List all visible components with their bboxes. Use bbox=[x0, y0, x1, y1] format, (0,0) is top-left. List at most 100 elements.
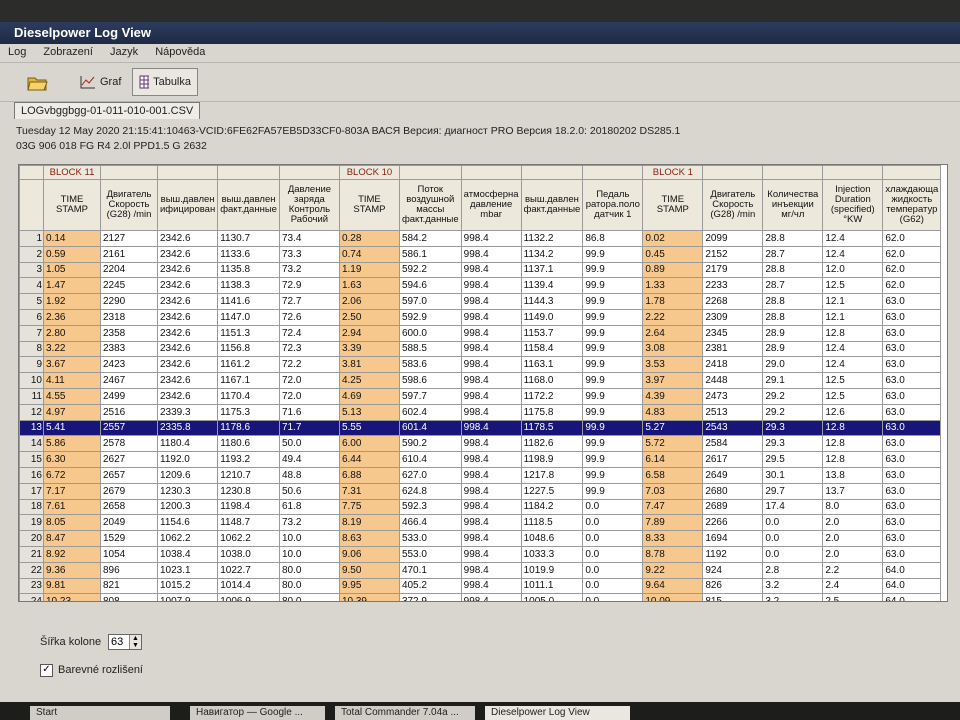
table-cell[interactable]: 99.9 bbox=[582, 324, 644, 342]
table-cell[interactable]: 63.0 bbox=[882, 545, 942, 563]
task-start[interactable]: Start bbox=[30, 706, 170, 720]
table-cell[interactable]: 0.0 bbox=[582, 593, 644, 601]
table-cell[interactable]: 998.4 bbox=[460, 514, 522, 532]
table-cell[interactable]: 5.27 bbox=[642, 419, 704, 437]
column-header-15[interactable]: хлаждающа жидкость температур (G62) bbox=[882, 179, 942, 231]
table-cell[interactable]: 821 bbox=[100, 577, 158, 595]
table-cell[interactable]: 7.75 bbox=[338, 498, 400, 516]
table-cell[interactable]: 10.23 bbox=[43, 593, 101, 601]
table-cell[interactable]: 1138.3 bbox=[217, 277, 280, 295]
table-cell[interactable]: 13.7 bbox=[822, 482, 884, 500]
table-cell[interactable]: 466.4 bbox=[398, 514, 462, 532]
table-cell[interactable]: 5.86 bbox=[43, 435, 101, 453]
table-cell[interactable]: 7.31 bbox=[338, 482, 400, 500]
table-cell[interactable]: 10.0 bbox=[278, 530, 340, 547]
table-cell[interactable]: 2342.6 bbox=[156, 245, 219, 263]
table-cell[interactable]: 99.9 bbox=[582, 387, 644, 405]
table-cell[interactable]: 1048.6 bbox=[520, 530, 584, 547]
column-header-9[interactable]: выш.давлен факт.данные bbox=[520, 179, 584, 231]
table-cell[interactable]: 0.0 bbox=[582, 498, 644, 516]
table-cell[interactable]: 2689 bbox=[702, 498, 764, 516]
table-cell[interactable]: 1005.0 bbox=[520, 593, 584, 601]
column-header-7[interactable]: Поток воздушной массы факт.данные bbox=[398, 179, 462, 231]
table-cell[interactable]: 1.05 bbox=[43, 261, 101, 279]
table-cell[interactable]: 63.0 bbox=[882, 498, 942, 516]
table-cell[interactable]: 1192 bbox=[702, 545, 764, 563]
table-cell[interactable]: 5.55 bbox=[338, 419, 400, 437]
table-row[interactable]: 15 6.30 2627 1192.0 1193.2 49.4 6.44 610.4 998.4… bbox=[19, 451, 942, 468]
table-cell[interactable]: 1198.9 bbox=[520, 451, 584, 468]
table-cell[interactable]: 1062.2 bbox=[156, 530, 219, 547]
table-cell[interactable]: 1158.4 bbox=[520, 340, 584, 358]
column-header-13[interactable]: Количества инъекции мг/чл bbox=[762, 179, 824, 231]
table-cell[interactable]: 63.0 bbox=[882, 482, 942, 500]
table-cell[interactable]: 2658 bbox=[100, 498, 158, 516]
table-cell[interactable]: 1.19 bbox=[338, 261, 400, 279]
table-cell[interactable]: 2342.6 bbox=[156, 293, 219, 310]
table-cell[interactable]: 4.83 bbox=[642, 403, 704, 421]
table-cell[interactable]: 28.8 bbox=[762, 230, 824, 247]
table-cell[interactable]: 592.3 bbox=[398, 498, 462, 516]
table-cell[interactable]: 7.89 bbox=[642, 514, 704, 532]
table-cell[interactable]: 597.7 bbox=[398, 387, 462, 405]
table-cell[interactable]: 998.4 bbox=[460, 293, 522, 310]
table-cell[interactable]: 3.08 bbox=[642, 340, 704, 358]
table-cell[interactable]: 470.1 bbox=[398, 561, 462, 579]
table-cell[interactable]: 2.0 bbox=[822, 545, 884, 563]
table-cell[interactable]: 62.0 bbox=[882, 277, 942, 295]
table-cell[interactable]: 598.6 bbox=[398, 372, 462, 389]
table-cell[interactable]: 1.78 bbox=[642, 293, 704, 310]
table-cell[interactable]: 64.0 bbox=[882, 593, 942, 601]
table-cell[interactable]: 2342.6 bbox=[156, 277, 219, 295]
table-cell[interactable]: 6.30 bbox=[43, 451, 101, 468]
table-cell[interactable]: 4.11 bbox=[43, 372, 101, 389]
table-cell[interactable]: 1227.5 bbox=[520, 482, 584, 500]
table-cell[interactable]: 998.4 bbox=[460, 277, 522, 295]
table-cell[interactable]: 2381 bbox=[702, 340, 764, 358]
row-index-cell[interactable]: 16 bbox=[19, 466, 44, 484]
table-row[interactable]: 14 5.86 2578 1180.4 1180.6 50.0 6.00 590.2 998.4… bbox=[19, 435, 942, 453]
table-cell[interactable]: 72.0 bbox=[278, 387, 340, 405]
table-cell[interactable]: 0.59 bbox=[43, 245, 101, 263]
table-cell[interactable]: 1.33 bbox=[642, 277, 704, 295]
file-tab[interactable]: LOGvbggbgg-01-011-010-001.CSV bbox=[14, 102, 201, 119]
table-cell[interactable]: 63.0 bbox=[882, 324, 942, 342]
table-row[interactable]: 23 9.81 821 1015.2 1014.4 80.0 9.95 405.2 998.4 1… bbox=[19, 577, 942, 595]
table-cell[interactable]: 1118.5 bbox=[520, 514, 584, 532]
table-cell[interactable]: 63.0 bbox=[882, 387, 942, 405]
table-cell[interactable]: 1137.1 bbox=[520, 261, 584, 279]
table-cell[interactable]: 73.4 bbox=[278, 230, 340, 247]
table-cell[interactable]: 2335.8 bbox=[156, 419, 219, 437]
table-cell[interactable]: 1184.2 bbox=[520, 498, 584, 516]
table-cell[interactable]: 2345 bbox=[702, 324, 764, 342]
column-header-3[interactable]: выш.давлен ифицирован bbox=[156, 179, 219, 231]
table-cell[interactable]: 1210.7 bbox=[217, 466, 280, 484]
table-cell[interactable]: 7.17 bbox=[43, 482, 101, 500]
row-index-cell[interactable]: 5 bbox=[19, 293, 44, 310]
table-cell[interactable]: 71.6 bbox=[278, 403, 340, 421]
table-cell[interactable]: 2309 bbox=[702, 308, 764, 326]
table-cell[interactable]: 28.8 bbox=[762, 261, 824, 279]
table-cell[interactable]: 2.06 bbox=[338, 293, 400, 310]
table-cell[interactable]: 2290 bbox=[100, 293, 158, 310]
task-log-view[interactable]: Dieselpower Log View bbox=[485, 706, 630, 720]
table-row[interactable]: 10 4.11 2467 2342.6 1167.1 72.0 4.25 598.6 998.4… bbox=[19, 372, 942, 389]
table-cell[interactable]: 1019.9 bbox=[520, 561, 584, 579]
table-cell[interactable]: 1180.6 bbox=[217, 435, 280, 453]
table-cell[interactable]: 63.0 bbox=[882, 372, 942, 389]
table-cell[interactable]: 0.0 bbox=[582, 577, 644, 595]
table-cell[interactable]: 72.9 bbox=[278, 277, 340, 295]
table-cell[interactable]: 50.6 bbox=[278, 482, 340, 500]
task-browser[interactable]: Навигатор — Google ... bbox=[190, 706, 325, 720]
table-row[interactable]: 11 4.55 2499 2342.6 1170.4 72.0 4.69 597.7 998.4… bbox=[19, 387, 942, 405]
table-cell[interactable]: 1.63 bbox=[338, 277, 400, 295]
table-cell[interactable]: 610.4 bbox=[398, 451, 462, 468]
menu-view[interactable]: Zobrazení bbox=[35, 44, 99, 58]
table-cell[interactable]: 624.8 bbox=[398, 482, 462, 500]
table-cell[interactable]: 6.44 bbox=[338, 451, 400, 468]
table-cell[interactable]: 4.69 bbox=[338, 387, 400, 405]
table-cell[interactable]: 63.0 bbox=[882, 466, 942, 484]
table-cell[interactable]: 12.5 bbox=[822, 387, 884, 405]
menu-language[interactable]: Jazyk bbox=[102, 44, 144, 58]
table-cell[interactable]: 29.0 bbox=[762, 356, 824, 374]
